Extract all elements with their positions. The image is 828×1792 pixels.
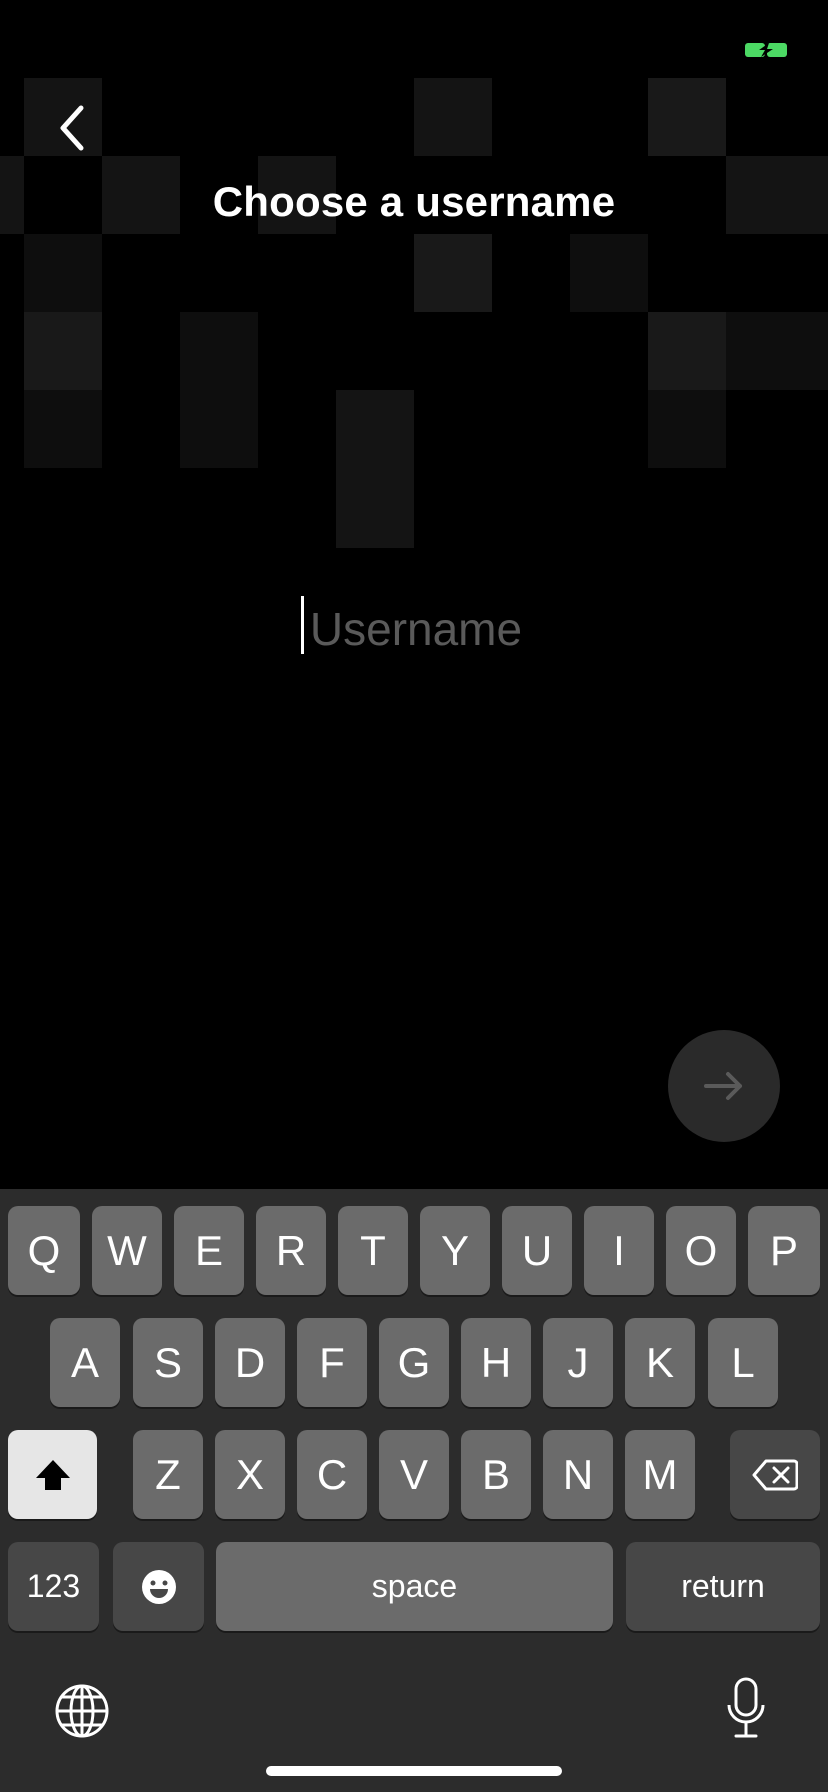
- key-n[interactable]: N: [543, 1430, 613, 1519]
- key-e[interactable]: E: [174, 1206, 244, 1295]
- key-v[interactable]: V: [379, 1430, 449, 1519]
- home-indicator: [266, 1766, 562, 1776]
- numbers-key[interactable]: 123: [8, 1542, 99, 1631]
- key-j[interactable]: J: [543, 1318, 613, 1407]
- key-g[interactable]: G: [379, 1318, 449, 1407]
- key-x[interactable]: X: [215, 1430, 285, 1519]
- key-y[interactable]: Y: [420, 1206, 490, 1295]
- key-o[interactable]: O: [666, 1206, 736, 1295]
- page-title: Choose a username: [212, 178, 616, 225]
- key-a[interactable]: A: [50, 1318, 120, 1407]
- key-q[interactable]: Q: [8, 1206, 80, 1295]
- key-r[interactable]: R: [256, 1206, 326, 1295]
- key-c[interactable]: C: [297, 1430, 367, 1519]
- key-b[interactable]: B: [461, 1430, 531, 1519]
- globe-button[interactable]: [54, 1683, 110, 1739]
- emoji-icon: [141, 1569, 176, 1604]
- key-d[interactable]: D: [215, 1318, 285, 1407]
- battery-icon: [745, 43, 787, 57]
- choose-username-screen: Choose a username Q W E R T Y U I O P A …: [0, 0, 828, 1792]
- arrow-right-icon: [704, 1072, 742, 1100]
- emoji-key[interactable]: [113, 1542, 204, 1631]
- checker-pattern: [0, 78, 828, 548]
- key-z[interactable]: Z: [133, 1430, 203, 1519]
- key-h[interactable]: H: [461, 1318, 531, 1407]
- dictation-button[interactable]: [726, 1677, 766, 1739]
- backspace-icon: [752, 1459, 798, 1490]
- space-key[interactable]: space: [216, 1542, 613, 1631]
- key-p[interactable]: P: [748, 1206, 820, 1295]
- key-t[interactable]: T: [338, 1206, 408, 1295]
- text-cursor: [301, 596, 304, 654]
- key-i[interactable]: I: [584, 1206, 654, 1295]
- globe-icon: [55, 1684, 109, 1738]
- key-u[interactable]: U: [502, 1206, 572, 1295]
- microphone-icon: [727, 1677, 765, 1738]
- shift-key[interactable]: [8, 1430, 97, 1519]
- key-m[interactable]: M: [625, 1430, 695, 1519]
- back-button[interactable]: [40, 96, 104, 160]
- keyboard: Q W E R T Y U I O P A S D F G H J K L Z …: [0, 1189, 828, 1792]
- key-f[interactable]: F: [297, 1318, 367, 1407]
- back-arrow-icon: [60, 105, 84, 151]
- next-button[interactable]: [668, 1030, 780, 1142]
- username-input[interactable]: [214, 596, 618, 662]
- key-k[interactable]: K: [625, 1318, 695, 1407]
- backspace-key[interactable]: [730, 1430, 820, 1519]
- return-key[interactable]: return: [626, 1542, 820, 1631]
- shift-icon: [35, 1459, 70, 1490]
- key-l[interactable]: L: [708, 1318, 778, 1407]
- key-w[interactable]: W: [92, 1206, 162, 1295]
- key-s[interactable]: S: [133, 1318, 203, 1407]
